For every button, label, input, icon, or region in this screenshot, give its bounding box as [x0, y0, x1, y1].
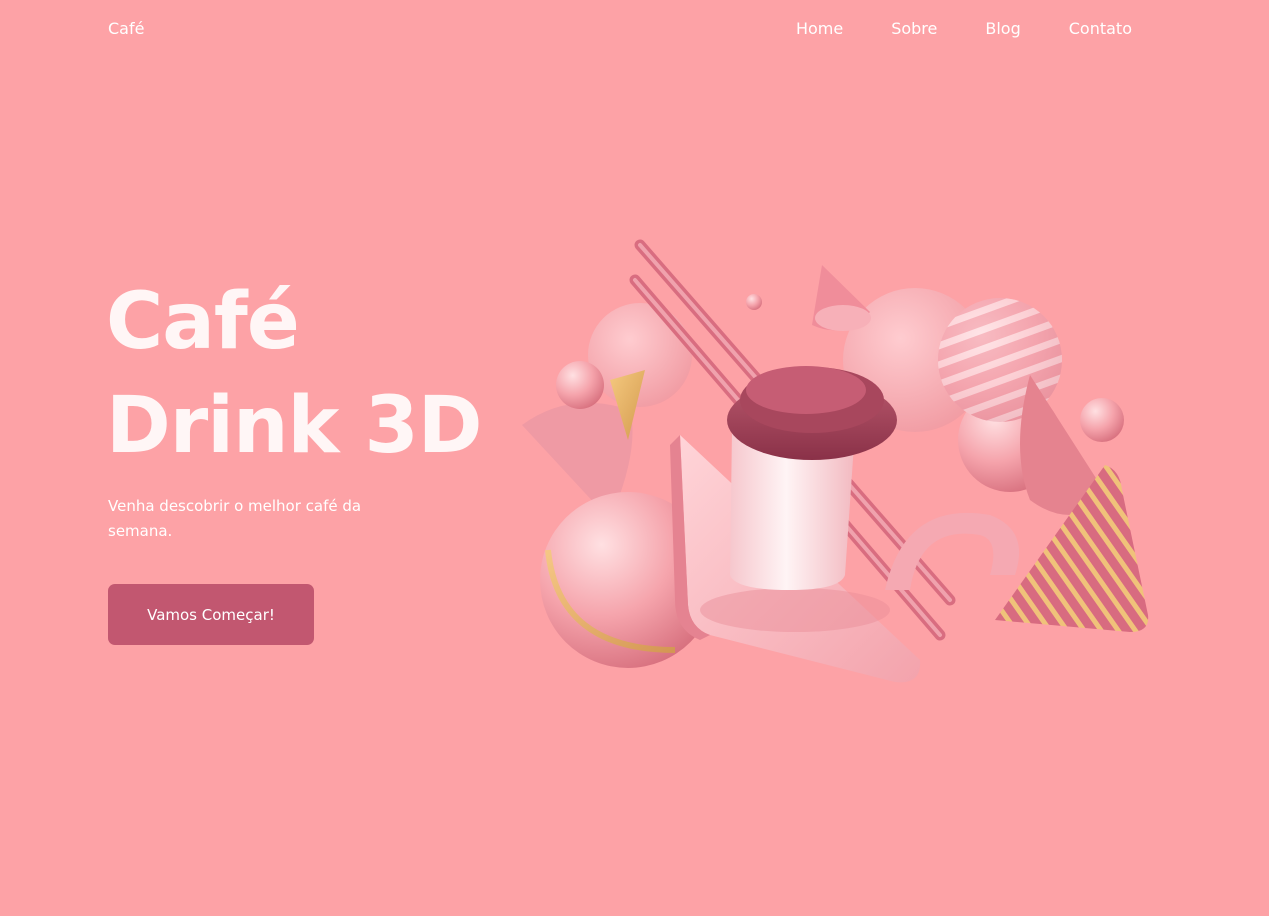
hero-title: Café Drink 3D: [106, 270, 483, 478]
nav-link-sobre[interactable]: Sobre: [891, 18, 937, 40]
hero-title-line-1: Café: [106, 277, 300, 367]
landing-page: Café Home Sobre Blog Contato Café Drink …: [0, 0, 1269, 916]
nav-link-home[interactable]: Home: [796, 18, 843, 40]
nav-link-contato[interactable]: Contato: [1069, 18, 1132, 40]
nav-link-blog[interactable]: Blog: [985, 18, 1020, 40]
coffee-cup-3d-shapes-illustration: [522, 239, 1149, 683]
get-started-button[interactable]: Vamos Começar!: [108, 584, 314, 645]
brand-logo[interactable]: Café: [108, 18, 144, 40]
hero-subtitle: Venha descobrir o melhor café da semana.: [108, 497, 362, 540]
main-nav: Home Sobre Blog Contato: [796, 18, 1132, 40]
hero-title-line-2: Drink 3D: [106, 381, 483, 471]
